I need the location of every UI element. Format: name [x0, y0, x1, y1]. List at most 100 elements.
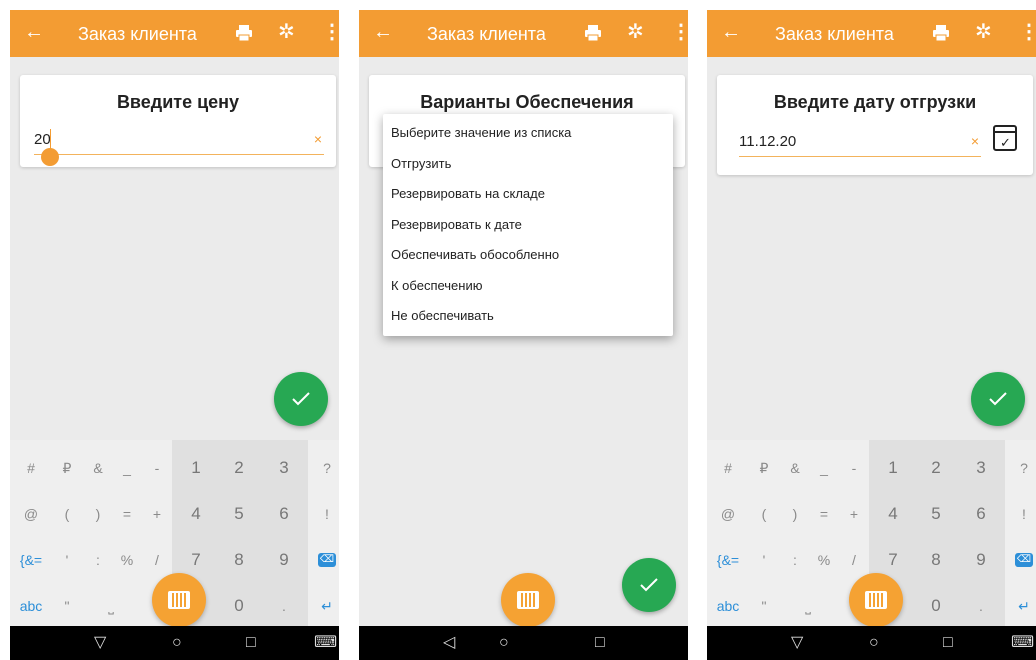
key[interactable]: " [52, 596, 82, 616]
calendar-icon[interactable]: ✓ [993, 125, 1017, 151]
more-menu-icon[interactable]: ⋮ [322, 20, 339, 44]
nav-back-icon[interactable]: ▽ [791, 633, 803, 653]
clear-icon[interactable]: × [971, 133, 979, 149]
more-menu-icon[interactable]: ⋮ [1019, 20, 1036, 44]
key[interactable]: 5 [224, 504, 254, 524]
key[interactable]: 3 [966, 458, 996, 478]
key[interactable]: 4 [878, 504, 908, 524]
enter-icon[interactable]: ↵ [312, 596, 339, 616]
cursor-handle[interactable] [41, 148, 59, 166]
space-key[interactable]: ⎵ [793, 596, 823, 616]
key[interactable]: 9 [269, 550, 299, 570]
key[interactable]: = [809, 504, 839, 524]
key[interactable]: 6 [966, 504, 996, 524]
key[interactable]: - [839, 458, 869, 478]
key[interactable]: ₽ [749, 458, 779, 478]
key[interactable]: . [269, 596, 299, 616]
confirm-button[interactable] [971, 372, 1025, 426]
nav-back-icon[interactable]: ▽ [94, 633, 106, 653]
key[interactable]: 2 [224, 458, 254, 478]
scan-barcode-button[interactable] [849, 573, 903, 627]
dropdown-option[interactable]: Не обеспечивать [383, 301, 673, 332]
key[interactable]: 9 [966, 550, 996, 570]
dropdown-option[interactable]: Резервировать к дате [383, 210, 673, 241]
gear-icon[interactable]: ✲ [627, 21, 644, 43]
nav-home-icon[interactable]: ○ [499, 633, 509, 653]
key[interactable]: 8 [224, 550, 254, 570]
enter-icon[interactable]: ↵ [1009, 596, 1036, 616]
key[interactable]: % [809, 550, 839, 570]
key[interactable]: " [749, 596, 779, 616]
dropdown-option[interactable]: Резервировать на складе [383, 179, 673, 210]
dropdown-option[interactable]: Обеспечивать обособленно [383, 240, 673, 271]
key[interactable]: % [112, 550, 142, 570]
date-input[interactable]: 11.12.20 × [739, 127, 981, 157]
more-menu-icon[interactable]: ⋮ [671, 20, 688, 44]
nav-recents-icon[interactable]: □ [246, 633, 256, 653]
key[interactable]: 8 [921, 550, 951, 570]
key[interactable]: ? [1009, 458, 1036, 478]
nav-keyboard-icon[interactable]: ⌨ [314, 633, 337, 653]
key[interactable]: ( [52, 504, 82, 524]
key[interactable]: 2 [921, 458, 951, 478]
key[interactable]: ? [312, 458, 339, 478]
confirm-button[interactable] [274, 372, 328, 426]
backspace-icon[interactable]: ⌫ [318, 553, 336, 567]
gear-icon[interactable]: ✲ [975, 21, 992, 43]
backspace-icon[interactable]: ⌫ [1015, 553, 1033, 567]
key[interactable]: ' [52, 550, 82, 570]
space-key[interactable]: ⎵ [96, 596, 126, 616]
key[interactable]: @ [16, 504, 46, 524]
key[interactable]: 3 [269, 458, 299, 478]
scan-barcode-button[interactable] [152, 573, 206, 627]
print-icon[interactable] [931, 23, 951, 43]
key[interactable]: = [112, 504, 142, 524]
price-input[interactable]: 20 × [34, 125, 324, 166]
key[interactable]: 6 [269, 504, 299, 524]
key[interactable]: _ [809, 458, 839, 478]
nav-home-icon[interactable]: ○ [869, 633, 879, 653]
key[interactable]: - [142, 458, 172, 478]
back-arrow-icon[interactable]: ← [24, 20, 44, 44]
key[interactable]: ' [749, 550, 779, 570]
key[interactable]: & [83, 458, 113, 478]
key[interactable]: + [839, 504, 869, 524]
nav-keyboard-icon[interactable]: ⌨ [1011, 633, 1034, 653]
key[interactable]: @ [713, 504, 743, 524]
key[interactable]: 7 [878, 550, 908, 570]
key[interactable]: . [966, 596, 996, 616]
dropdown-option[interactable]: К обеспечению [383, 271, 673, 302]
key-abc[interactable]: abc [713, 596, 743, 616]
key[interactable]: ! [1009, 504, 1036, 524]
key[interactable]: 5 [921, 504, 951, 524]
key-symbols[interactable]: {&= [16, 550, 46, 570]
back-arrow-icon[interactable]: ← [721, 20, 741, 44]
key[interactable]: / [142, 550, 172, 570]
key[interactable]: + [142, 504, 172, 524]
nav-recents-icon[interactable]: □ [595, 633, 605, 653]
key[interactable]: / [839, 550, 869, 570]
key[interactable]: ₽ [52, 458, 82, 478]
confirm-button[interactable] [622, 558, 676, 612]
scan-barcode-button[interactable] [501, 573, 555, 627]
key[interactable]: 4 [181, 504, 211, 524]
key[interactable]: 1 [181, 458, 211, 478]
nav-home-icon[interactable]: ○ [172, 633, 182, 653]
key[interactable]: : [83, 550, 113, 570]
gear-icon[interactable]: ✲ [278, 21, 295, 43]
key[interactable]: ) [780, 504, 810, 524]
nav-recents-icon[interactable]: □ [943, 633, 953, 653]
key[interactable]: 1 [878, 458, 908, 478]
key-symbols[interactable]: {&= [713, 550, 743, 570]
print-icon[interactable] [583, 23, 603, 43]
key-abc[interactable]: abc [16, 596, 46, 616]
key[interactable]: 0 [224, 596, 254, 616]
key[interactable]: ( [749, 504, 779, 524]
clear-icon[interactable]: × [314, 131, 322, 147]
key[interactable]: # [713, 458, 743, 478]
key[interactable]: & [780, 458, 810, 478]
dropdown-option[interactable]: Отгрузить [383, 149, 673, 180]
nav-back-icon[interactable]: ◁ [443, 633, 455, 653]
key[interactable]: _ [112, 458, 142, 478]
key[interactable]: : [780, 550, 810, 570]
